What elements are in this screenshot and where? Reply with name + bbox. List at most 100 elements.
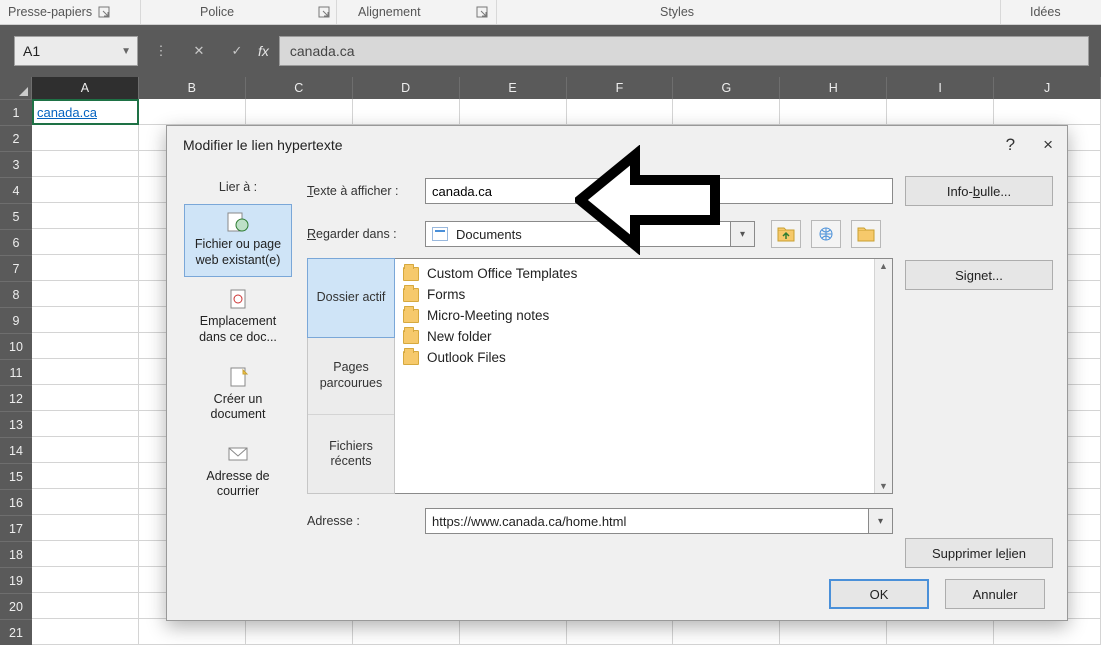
list-item[interactable]: Outlook Files — [397, 347, 890, 368]
row-header[interactable]: 3 — [0, 151, 32, 177]
cell[interactable] — [780, 619, 887, 645]
fx-icon[interactable]: fx — [258, 43, 269, 59]
row-header[interactable]: 5 — [0, 203, 32, 229]
cell[interactable] — [780, 99, 887, 125]
row-header[interactable]: 12 — [0, 385, 32, 411]
bookmark-button[interactable]: Signet... — [905, 260, 1053, 290]
cell[interactable] — [32, 515, 139, 541]
cell[interactable] — [460, 619, 567, 645]
row-header[interactable]: 16 — [0, 489, 32, 515]
column-header[interactable]: F — [567, 77, 674, 99]
ok-button[interactable]: OK — [829, 579, 929, 609]
cell[interactable] — [32, 593, 139, 619]
formula-bar[interactable]: canada.ca — [279, 36, 1089, 66]
link-to-place-in-doc[interactable]: Emplacement dans ce doc... — [184, 281, 292, 354]
column-header[interactable]: A — [32, 77, 139, 99]
cell[interactable] — [32, 177, 139, 203]
chevron-down-icon[interactable]: ▼ — [121, 46, 131, 57]
name-box[interactable]: A1 ▼ — [14, 36, 138, 66]
list-item[interactable]: Micro-Meeting notes — [397, 305, 890, 326]
cancel-button[interactable]: Annuler — [945, 579, 1045, 609]
cell[interactable] — [887, 99, 994, 125]
tab-recent-files[interactable]: Fichiers récents — [308, 415, 394, 493]
cell[interactable] — [353, 99, 460, 125]
cell[interactable] — [673, 619, 780, 645]
cell[interactable] — [32, 307, 139, 333]
look-in-combo[interactable]: Documents ▾ — [425, 221, 755, 247]
column-header[interactable]: J — [994, 77, 1101, 99]
row-header[interactable]: 21 — [0, 619, 32, 645]
row-header[interactable]: 17 — [0, 515, 32, 541]
up-folder-button[interactable] — [771, 220, 801, 248]
list-item[interactable]: New folder — [397, 326, 890, 347]
chevron-down-icon[interactable]: ▾ — [731, 221, 755, 247]
cell[interactable] — [32, 489, 139, 515]
column-header[interactable]: G — [673, 77, 780, 99]
link-to-existing-file[interactable]: Fichier ou page web existant(e) — [184, 204, 292, 277]
column-header[interactable]: H — [780, 77, 887, 99]
cell[interactable] — [567, 99, 674, 125]
browse-web-button[interactable] — [811, 220, 841, 248]
list-item[interactable]: Forms — [397, 284, 890, 305]
row-header[interactable]: 14 — [0, 437, 32, 463]
cell[interactable] — [994, 619, 1101, 645]
close-icon[interactable]: × — [1043, 135, 1053, 155]
column-header[interactable]: E — [460, 77, 567, 99]
row-header[interactable]: 20 — [0, 593, 32, 619]
column-header[interactable]: I — [887, 77, 994, 99]
row-header[interactable]: 8 — [0, 281, 32, 307]
accept-formula-icon[interactable]: ✓ — [222, 36, 252, 66]
column-header[interactable]: C — [246, 77, 353, 99]
dialog-launcher-icon[interactable] — [476, 6, 488, 18]
row-header[interactable]: 15 — [0, 463, 32, 489]
cell[interactable] — [32, 229, 139, 255]
cell[interactable] — [994, 99, 1101, 125]
cell[interactable] — [353, 619, 460, 645]
row-header[interactable]: 18 — [0, 541, 32, 567]
chevron-down-icon[interactable]: ▾ — [869, 508, 893, 534]
browse-file-button[interactable] — [851, 220, 881, 248]
row-header[interactable]: 7 — [0, 255, 32, 281]
formula-menu-icon[interactable]: ⋮ — [146, 36, 176, 66]
remove-link-button[interactable]: Supprimer le lien — [905, 538, 1053, 568]
row-header[interactable]: 11 — [0, 359, 32, 385]
cell[interactable] — [32, 333, 139, 359]
scrollbar[interactable] — [874, 259, 892, 493]
cell[interactable] — [32, 463, 139, 489]
row-header[interactable]: 19 — [0, 567, 32, 593]
cell[interactable] — [32, 619, 139, 645]
screentip-button[interactable]: Info-bulle... — [905, 176, 1053, 206]
row-header[interactable]: 6 — [0, 229, 32, 255]
cancel-formula-icon[interactable]: ✕ — [184, 36, 214, 66]
cell[interactable] — [673, 99, 780, 125]
cell[interactable] — [567, 619, 674, 645]
cell[interactable] — [32, 437, 139, 463]
cell[interactable] — [32, 385, 139, 411]
link-to-email[interactable]: Adresse de courrier — [184, 436, 292, 509]
cell[interactable] — [32, 203, 139, 229]
cell[interactable] — [32, 151, 139, 177]
row-header[interactable]: 2 — [0, 125, 32, 151]
cell[interactable]: canada.ca — [32, 99, 139, 125]
cell[interactable] — [887, 619, 994, 645]
cell[interactable] — [139, 619, 246, 645]
list-item[interactable]: Custom Office Templates — [397, 263, 890, 284]
cell[interactable] — [246, 99, 353, 125]
cell[interactable] — [460, 99, 567, 125]
tab-current-folder[interactable]: Dossier actif — [307, 258, 395, 338]
column-header[interactable]: D — [353, 77, 460, 99]
address-combo[interactable]: https://www.canada.ca/home.html ▾ — [425, 508, 893, 534]
cell[interactable] — [32, 411, 139, 437]
text-to-display-input[interactable] — [425, 178, 893, 204]
select-all-corner[interactable] — [0, 77, 32, 99]
cell[interactable] — [246, 619, 353, 645]
row-header[interactable]: 13 — [0, 411, 32, 437]
cell[interactable] — [139, 99, 246, 125]
row-header[interactable]: 1 — [0, 99, 32, 125]
help-button[interactable]: ? — [1006, 135, 1015, 155]
row-header[interactable]: 4 — [0, 177, 32, 203]
cell[interactable] — [32, 359, 139, 385]
dialog-launcher-icon[interactable] — [98, 6, 110, 18]
tab-browsed-pages[interactable]: Pages parcourues — [308, 337, 394, 416]
cell[interactable] — [32, 125, 139, 151]
